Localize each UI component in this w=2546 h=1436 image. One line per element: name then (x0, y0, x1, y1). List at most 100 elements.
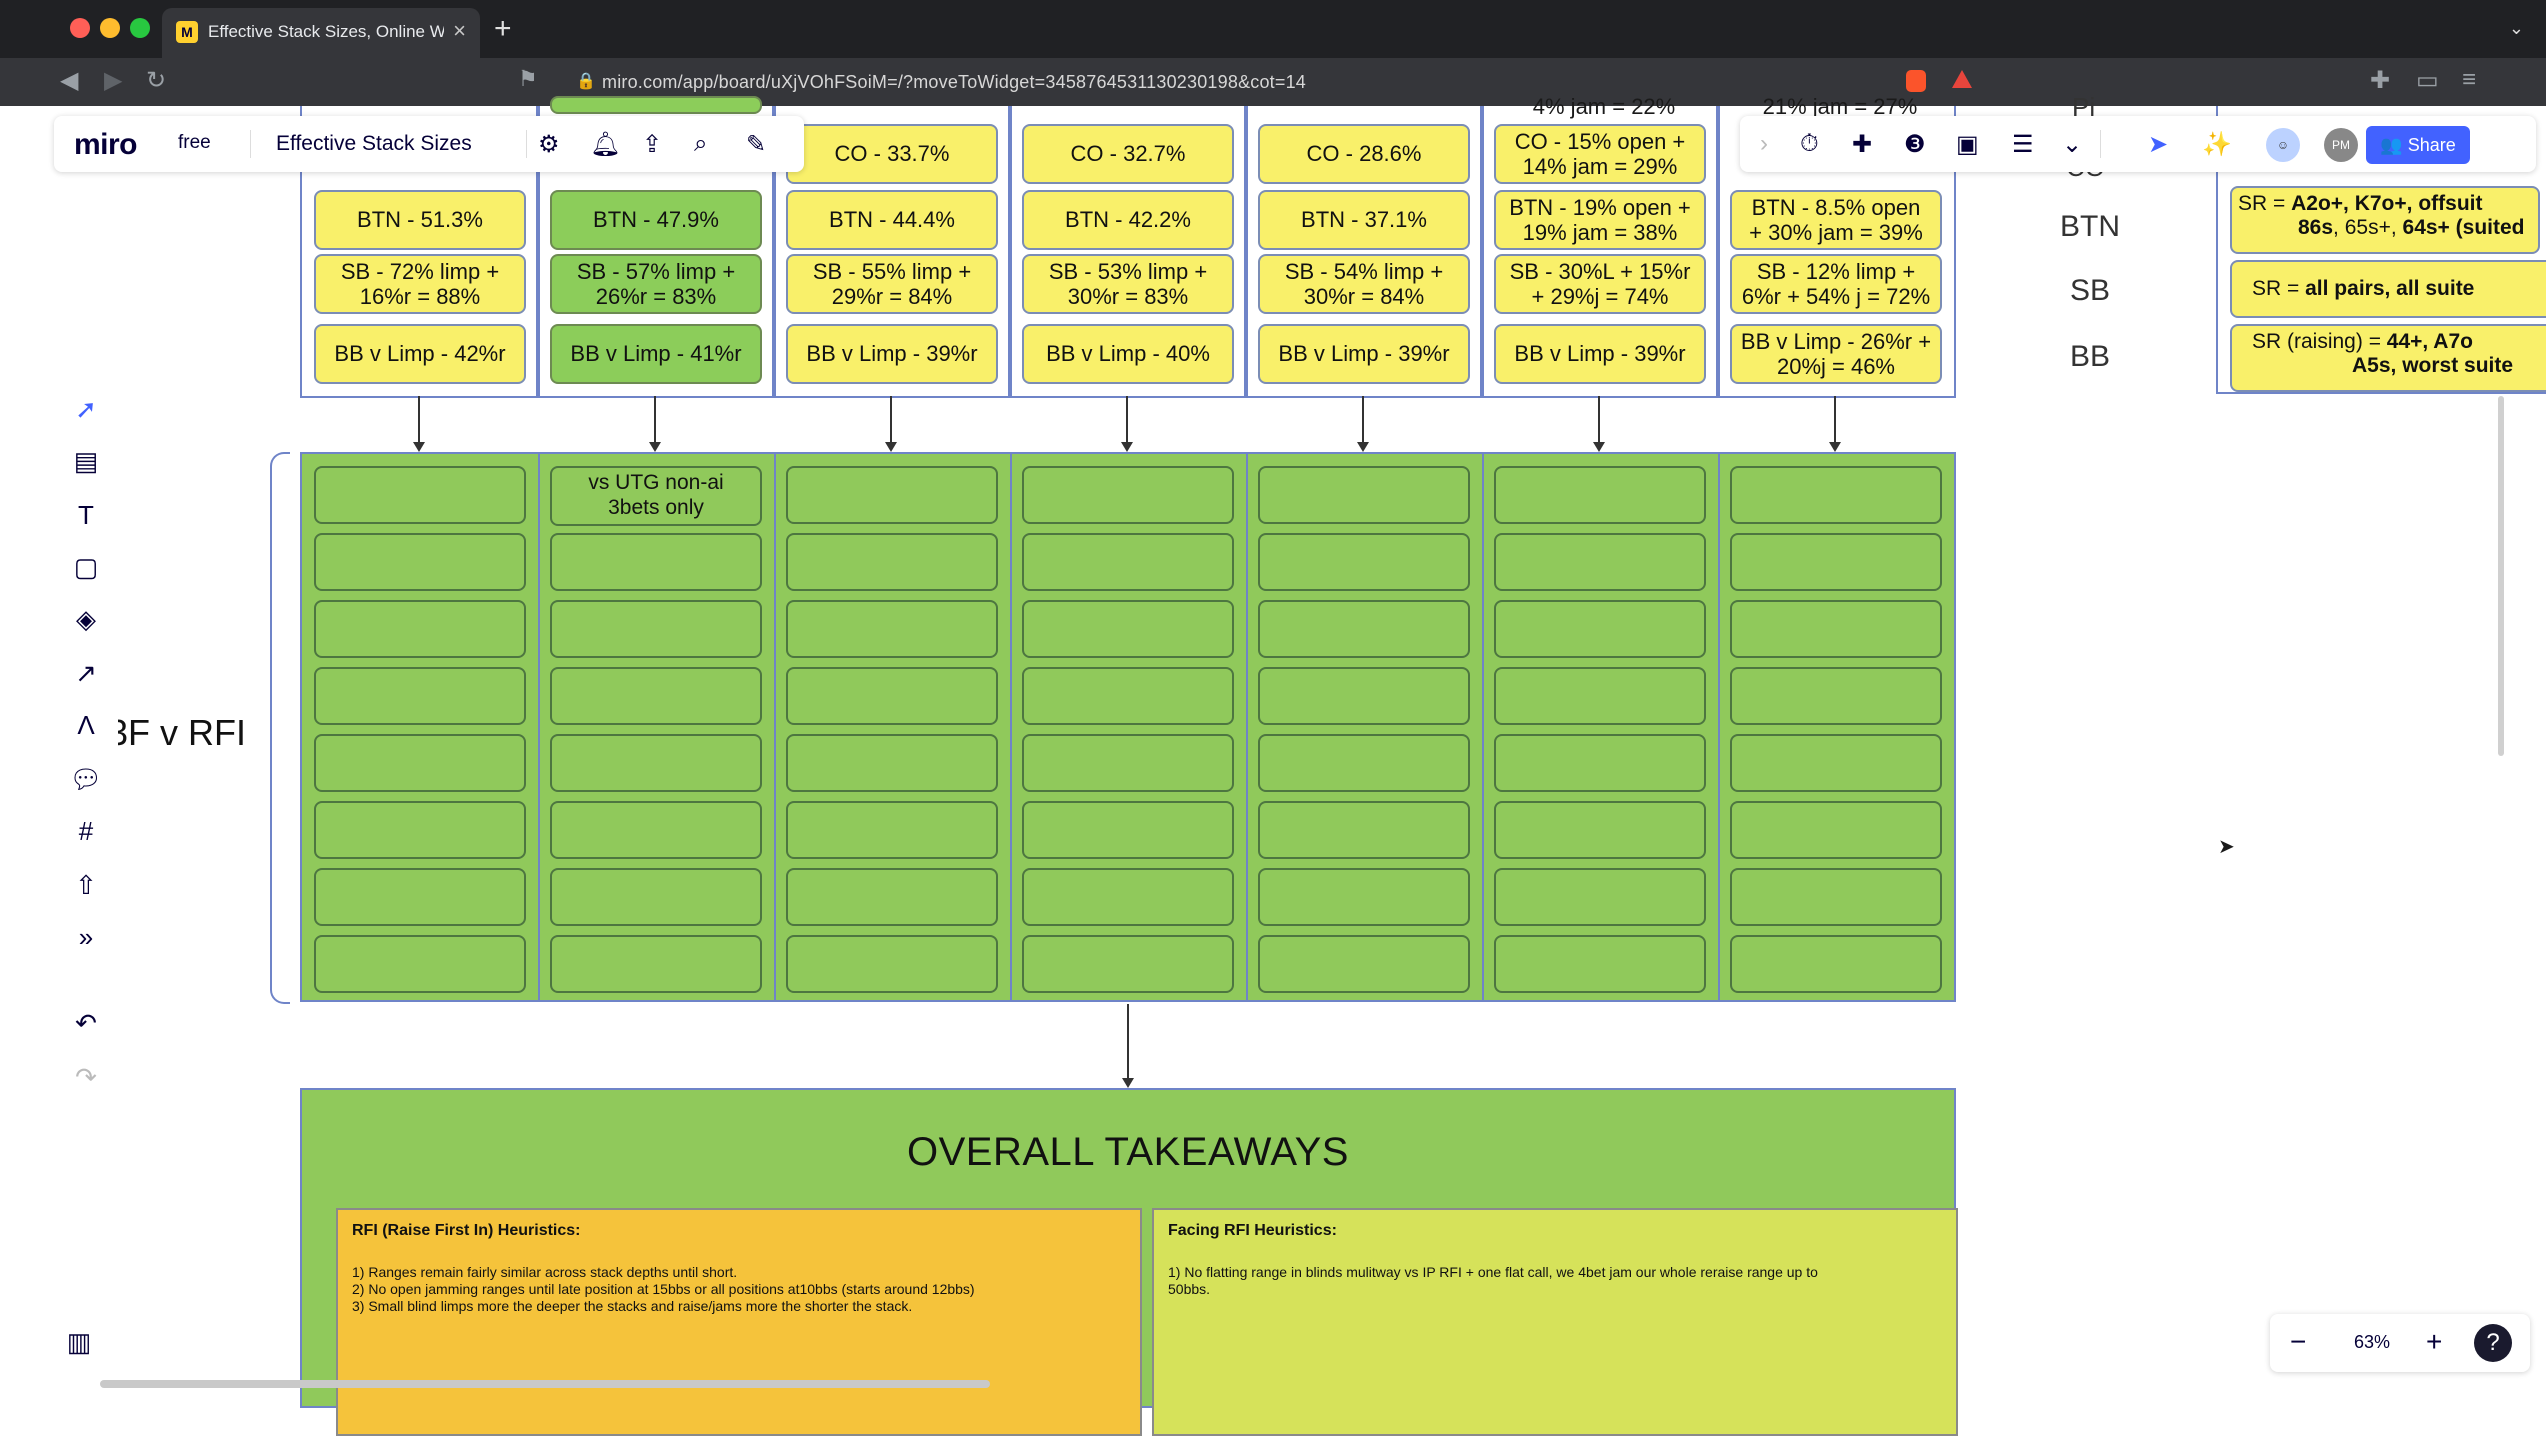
empty-card[interactable] (550, 935, 762, 993)
overall-takeaways-frame[interactable]: OVERALL TAKEAWAYS RFI (Raise First In) H… (300, 1088, 1958, 1436)
new-tab-icon[interactable]: + (494, 12, 512, 46)
empty-card[interactable] (786, 734, 998, 792)
sticky-card-sb[interactable]: SB - 30%L + 15%r + 29%j = 74% (1494, 254, 1706, 314)
export-icon[interactable]: ⇪ (642, 130, 662, 159)
rfi-heuristics-note[interactable]: RFI (Raise First In) Heuristics: 1) Rang… (336, 1208, 1142, 1436)
redo-icon[interactable]: ↷ (68, 1062, 104, 1098)
empty-card[interactable] (314, 667, 526, 725)
empty-card[interactable] (1494, 667, 1706, 725)
sticky-card-bb[interactable]: BB v Limp - 42%r (314, 324, 526, 384)
empty-card[interactable] (1258, 935, 1470, 993)
empty-card[interactable] (1730, 667, 1942, 725)
sticky-card-btn[interactable]: BTN - 37.1% (1258, 190, 1470, 250)
horizontal-scrollbar[interactable] (100, 1380, 990, 1388)
board-panel-icon[interactable]: ▥ (54, 1322, 104, 1362)
shapes-icon[interactable]: ◈ (68, 604, 104, 640)
chevron-right-icon[interactable]: › (1760, 130, 1768, 158)
range-card-btn[interactable]: SR = A2o+, K7o+, offsuit 86s, 65s+, 64s+… (2230, 186, 2540, 254)
empty-card[interactable] (1022, 801, 1234, 859)
sticky-card-btn[interactable]: BTN - 8.5% open + 30% jam = 39% (1730, 190, 1942, 250)
reload-icon[interactable]: ↻ (146, 66, 166, 95)
sticky-card-btn[interactable]: BTN - 51.3% (314, 190, 526, 250)
vs-rfi-frame[interactable]: vs UTG non-ai 3bets only (300, 452, 1956, 1002)
vs-utg-note-card[interactable]: vs UTG non-ai 3bets only (550, 466, 762, 526)
zoom-out-icon[interactable]: − (2290, 1326, 2306, 1358)
empty-card[interactable] (550, 801, 762, 859)
sticky-card-sb[interactable]: SB - 54% limp + 30%r = 84% (1258, 254, 1470, 314)
empty-card[interactable] (1494, 466, 1706, 524)
user-avatar-icon[interactable]: ☺ (2266, 128, 2300, 162)
empty-card[interactable] (550, 533, 762, 591)
range-card-sb[interactable]: SR = all pairs, all suite (2230, 260, 2546, 318)
range-card-bb[interactable]: SR (raising) = 44+, A7o A5s, worst suite (2230, 324, 2546, 392)
extensions-icon[interactable]: ✚ (2370, 66, 2390, 95)
empty-card[interactable] (1730, 533, 1942, 591)
close-tab-icon[interactable]: × (453, 18, 466, 44)
empty-card[interactable] (786, 868, 998, 926)
empty-card[interactable] (1022, 935, 1234, 993)
empty-card[interactable] (786, 533, 998, 591)
pen-icon[interactable]: Λ (68, 710, 104, 746)
empty-card[interactable] (314, 600, 526, 658)
sticky-card-co[interactable]: CO - 15% open + 14% jam = 29% (1494, 124, 1706, 184)
sticky-card-bb[interactable]: BB v Limp - 39%r (1494, 324, 1706, 384)
empty-card[interactable] (1494, 533, 1706, 591)
text-tool-icon[interactable]: T (68, 500, 104, 536)
user-avatar[interactable]: PM (2324, 128, 2358, 162)
celebrate-icon[interactable]: ✨ (2202, 130, 2232, 159)
empty-card[interactable] (550, 667, 762, 725)
sticky-card-sb[interactable]: SB - 55% limp + 29%r = 84% (786, 254, 998, 314)
frame-icon[interactable]: # (68, 816, 104, 852)
board-name[interactable]: Effective Stack Sizes (276, 132, 472, 156)
templates-icon[interactable]: ▤ (68, 446, 104, 482)
empty-card[interactable] (1022, 667, 1234, 725)
empty-card[interactable] (1022, 600, 1234, 658)
sticky-card[interactable] (550, 96, 762, 114)
empty-card[interactable] (786, 667, 998, 725)
zoom-level[interactable]: 63% (2354, 1332, 2390, 1353)
cursor-follow-icon[interactable]: ➤ (2148, 130, 2168, 159)
voting-icon[interactable]: ❸ (1904, 130, 1926, 159)
empty-card[interactable] (786, 466, 998, 524)
browser-menu-icon[interactable]: ≡ (2462, 66, 2476, 94)
empty-card[interactable] (314, 935, 526, 993)
sticky-card-co[interactable]: CO - 33.7% (786, 124, 998, 184)
empty-card[interactable] (314, 868, 526, 926)
forward-icon[interactable]: ▶ (104, 66, 122, 95)
sticky-card-btn[interactable]: BTN - 19% open + 19% jam = 38% (1494, 190, 1706, 250)
sticky-card-bb[interactable]: BB v Limp - 26%r + 20%j = 46% (1730, 324, 1942, 384)
empty-card[interactable] (1022, 466, 1234, 524)
sticky-card-co[interactable]: CO - 28.6% (1258, 124, 1470, 184)
empty-card[interactable] (314, 533, 526, 591)
empty-card[interactable] (1494, 734, 1706, 792)
present-icon[interactable]: ▣ (1956, 130, 1979, 159)
zoom-in-icon[interactable]: + (2426, 1326, 2442, 1358)
bookmark-icon[interactable]: ⚑ (518, 66, 538, 92)
back-icon[interactable]: ◀ (60, 66, 78, 95)
empty-card[interactable] (1258, 533, 1470, 591)
empty-card[interactable] (1494, 868, 1706, 926)
empty-card[interactable] (1730, 935, 1942, 993)
empty-card[interactable] (786, 600, 998, 658)
notes-icon[interactable]: ☰ (2012, 130, 2034, 159)
sticky-card-btn[interactable]: BTN - 42.2% (1022, 190, 1234, 250)
miro-logo[interactable]: miro (74, 128, 138, 162)
sticky-card-btn[interactable]: BTN - 44.4% (786, 190, 998, 250)
sticky-card-sb[interactable]: SB - 72% limp + 16%r = 88% (314, 254, 526, 314)
brave-rewards-icon[interactable] (1952, 70, 1972, 88)
empty-card[interactable] (786, 935, 998, 993)
notification-bell-icon[interactable]: 🔔︎ (590, 130, 620, 159)
comment-icon[interactable]: 💬︎ (68, 764, 104, 800)
empty-card[interactable] (1494, 801, 1706, 859)
empty-card[interactable] (550, 600, 762, 658)
empty-card[interactable] (1258, 667, 1470, 725)
empty-card[interactable] (1494, 935, 1706, 993)
sticky-card-bb[interactable]: BB v Limp - 41%r (550, 324, 762, 384)
empty-card[interactable] (1258, 801, 1470, 859)
empty-card[interactable] (314, 734, 526, 792)
empty-card[interactable] (1730, 801, 1942, 859)
add-note-icon[interactable]: ✚ (1852, 130, 1872, 159)
vertical-scrollbar[interactable] (2498, 396, 2504, 756)
brave-shields-icon[interactable] (1906, 70, 1926, 92)
empty-card[interactable] (1258, 868, 1470, 926)
